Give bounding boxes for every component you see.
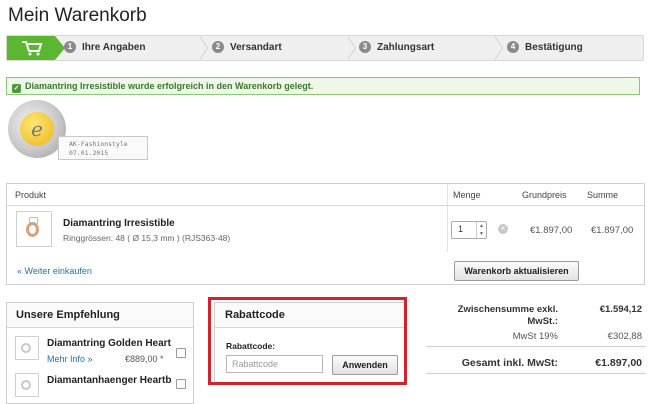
recommendation-thumbnail[interactable] (15, 336, 39, 360)
product-detail: Ringgrössen: 48 ( Ø 15,3 mm ) (RJS363-48… (63, 233, 231, 243)
recommendation-title: Unsere Empfehlung (7, 303, 193, 328)
ring-band (26, 222, 39, 237)
divider (7, 205, 644, 206)
page-title: Mein Warenkorb (8, 5, 147, 26)
step-separator (347, 36, 356, 60)
step-label: Versandart (230, 42, 282, 53)
step-separator (494, 36, 503, 60)
continue-shopping-link[interactable]: « Weiter einkaufen (17, 266, 92, 276)
line-total: €1.897,00 (591, 225, 634, 236)
success-text: Diamantring Irresistible wurde erfolgrei… (25, 81, 314, 91)
divider (426, 373, 646, 374)
remove-item-icon[interactable]: × (498, 224, 508, 234)
checkout-steps: 1 Ihre Angaben 2 Versandart 3 Zahlungsart 4… (6, 35, 644, 61)
step-label: Bestätigung (525, 42, 583, 53)
step-versandart[interactable]: 2 Versandart (212, 36, 282, 60)
vat-value: €302,88 (607, 331, 642, 342)
seal-date: 07.01.2015 (69, 149, 109, 157)
subtotal-label: Zwischensumme exkl. MwSt.: (457, 304, 558, 327)
recommendation-checkbox[interactable] (176, 348, 186, 358)
vat-label: MwSt 19% (512, 331, 558, 342)
seal-emblem: e (20, 112, 54, 146)
recommendation-checkbox[interactable] (176, 379, 186, 389)
step-bestaetigung[interactable]: 4 Bestätigung (507, 36, 583, 60)
grand-total-label: Gesamt inkl. MwSt: (461, 357, 558, 369)
column-header-unit-price: Grundpreis (522, 190, 567, 200)
grand-total-value: €1.897,00 (595, 357, 642, 369)
product-thumbnail[interactable] (16, 211, 52, 247)
coupon-highlight-frame (208, 297, 407, 385)
step-number: 4 (507, 41, 519, 53)
step-cart[interactable] (7, 36, 65, 60)
update-cart-button[interactable]: Warenkorb aktualisieren (454, 261, 579, 281)
seal-info-box: AK-Fashionstyle 07.01.2015 (58, 136, 148, 160)
divider (426, 346, 646, 347)
cart-icon (22, 41, 43, 56)
quantity-stepper[interactable]: 1 ▲ ▼ (451, 221, 487, 239)
product-name: Diamantring Irresistible (63, 218, 175, 229)
step-number: 3 (359, 41, 371, 53)
seal-shop-name: AK-Fashionstyle (69, 140, 128, 148)
step-zahlungsart[interactable]: 3 Zahlungsart (359, 36, 434, 60)
success-message: ✓ Diamantring Irresistible wurde erfolgre… (6, 77, 640, 95)
recommendation-price: €889,00 * (125, 354, 164, 364)
spinner-arrows-icon[interactable]: ▲ ▼ (476, 222, 486, 238)
cart-table: Produkt Menge Grundpreis Summe Diamantri… (6, 183, 645, 285)
check-icon: ✓ (12, 84, 21, 93)
column-header-total: Summe (587, 190, 619, 200)
step-label: Zahlungsart (377, 42, 435, 53)
ring-icon (21, 343, 31, 353)
step-number: 1 (64, 41, 76, 53)
divider (447, 184, 448, 252)
seal-e-icon: e (31, 117, 43, 141)
quantity-value: 1 (458, 224, 464, 234)
column-header-quantity: Menge (453, 190, 481, 200)
unit-price: €1.897,00 (530, 225, 573, 236)
step-number: 2 (212, 41, 224, 53)
pendant-icon (21, 380, 31, 390)
step-ihre-angaben[interactable]: 1 Ihre Angaben (64, 36, 146, 60)
recommendation-name[interactable]: Diamantanhaenger Heartb (47, 375, 171, 386)
subtotal-value: €1.594,12 (599, 304, 642, 315)
more-info-link[interactable]: Mehr Info » (47, 354, 93, 364)
step-label: Ihre Angaben (82, 42, 146, 53)
recommendation-box: Unsere Empfehlung Diamantring Golden Hea… (6, 302, 194, 404)
recommendation-name[interactable]: Diamantring Golden Heart (47, 338, 171, 349)
step-separator (199, 36, 208, 60)
column-header-product: Produkt (15, 190, 47, 200)
recommendation-thumbnail[interactable] (15, 373, 39, 397)
